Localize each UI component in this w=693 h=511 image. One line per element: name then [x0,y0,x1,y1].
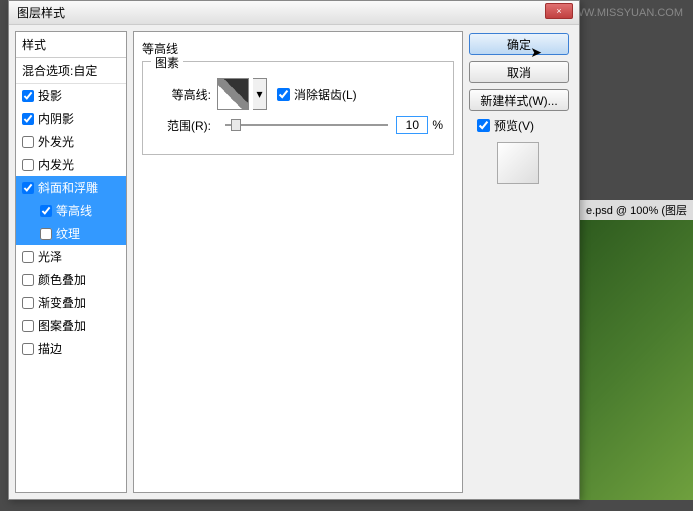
style-label: 内阴影 [38,110,74,127]
style-label: 内发光 [38,156,74,173]
ok-button[interactable]: 确定 ➤ [469,33,569,55]
contour-fieldset: 等高线 图素 等高线: ▾ 消除锯齿(L) [142,40,454,155]
blend-options-item[interactable]: 混合选项:自定 [16,58,126,84]
style-item-4[interactable]: 斜面和浮雕 [16,176,126,199]
new-style-button[interactable]: 新建样式(W)... [469,89,569,111]
elements-fieldset: 图素 等高线: ▾ 消除锯齿(L) 范围(R): [142,61,454,155]
cursor-icon: ➤ [530,44,542,61]
range-slider-thumb[interactable] [231,119,241,131]
close-button[interactable]: × [545,3,573,19]
background-tab: e.psd @ 100% (图层 [580,200,693,220]
style-label: 斜面和浮雕 [38,179,98,196]
style-checkbox[interactable] [22,343,34,355]
titlebar[interactable]: 图层样式 × [9,1,579,25]
style-item-1[interactable]: 内阴影 [16,107,126,130]
antialias-label: 消除锯齿(L) [294,86,357,103]
style-item-3[interactable]: 内发光 [16,153,126,176]
style-checkbox[interactable] [22,182,34,194]
dialog-title: 图层样式 [13,4,65,21]
style-label: 等高线 [56,202,92,219]
style-label: 描边 [38,340,62,357]
preview-label: 预览(V) [494,117,534,134]
contour-row: 等高线: ▾ 消除锯齿(L) [153,78,443,110]
style-label: 外发光 [38,133,74,150]
ok-label: 确定 [507,36,531,53]
buttons-panel: 确定 ➤ 取消 新建样式(W)... 预览(V) [463,31,573,493]
antialias-checkbox-wrap[interactable]: 消除锯齿(L) [277,86,357,103]
style-item-10[interactable]: 图案叠加 [16,314,126,337]
style-label: 渐变叠加 [38,294,86,311]
style-checkbox[interactable] [22,90,34,102]
range-label: 范围(R): [153,117,211,134]
antialias-checkbox[interactable] [277,88,290,101]
style-item-5[interactable]: 等高线 [16,199,126,222]
style-checkbox[interactable] [22,274,34,286]
contour-label: 等高线: [153,86,211,103]
style-checkbox[interactable] [22,159,34,171]
dialog-body: 样式 混合选项:自定 投影内阴影外发光内发光斜面和浮雕等高线纹理光泽颜色叠加渐变… [9,25,579,499]
chevron-down-icon: ▾ [256,87,262,101]
contour-dropdown[interactable]: ▾ [253,78,267,110]
style-label: 光泽 [38,248,62,265]
style-item-9[interactable]: 渐变叠加 [16,291,126,314]
style-checkbox[interactable] [22,297,34,309]
style-label: 颜色叠加 [38,271,86,288]
layer-style-dialog: 图层样式 × 样式 混合选项:自定 投影内阴影外发光内发光斜面和浮雕等高线纹理光… [8,0,580,500]
range-row: 范围(R): % [153,116,443,134]
styles-header[interactable]: 样式 [16,32,126,58]
settings-panel: 等高线 图素 等高线: ▾ 消除锯齿(L) [133,31,463,493]
cancel-button[interactable]: 取消 [469,61,569,83]
style-item-0[interactable]: 投影 [16,84,126,107]
contour-group-title: 等高线 [142,40,454,57]
contour-picker[interactable] [217,78,249,110]
percent-label: % [432,118,443,132]
style-item-7[interactable]: 光泽 [16,245,126,268]
range-slider[interactable] [225,124,388,126]
style-checkbox[interactable] [22,113,34,125]
style-checkbox[interactable] [40,228,52,240]
background-image [573,220,693,500]
style-item-2[interactable]: 外发光 [16,130,126,153]
range-input[interactable] [396,116,428,134]
style-label: 纹理 [56,225,80,242]
styles-list-panel: 样式 混合选项:自定 投影内阴影外发光内发光斜面和浮雕等高线纹理光泽颜色叠加渐变… [15,31,127,493]
style-label: 投影 [38,87,62,104]
style-item-11[interactable]: 描边 [16,337,126,360]
style-item-8[interactable]: 颜色叠加 [16,268,126,291]
style-checkbox[interactable] [22,320,34,332]
preview-checkbox-wrap[interactable]: 预览(V) [477,117,573,134]
preview-swatch [497,142,539,184]
elements-label: 图素 [151,54,183,71]
style-label: 图案叠加 [38,317,86,334]
style-checkbox[interactable] [22,136,34,148]
style-item-6[interactable]: 纹理 [16,222,126,245]
preview-checkbox[interactable] [477,119,490,132]
style-checkbox[interactable] [22,251,34,263]
style-checkbox[interactable] [40,205,52,217]
